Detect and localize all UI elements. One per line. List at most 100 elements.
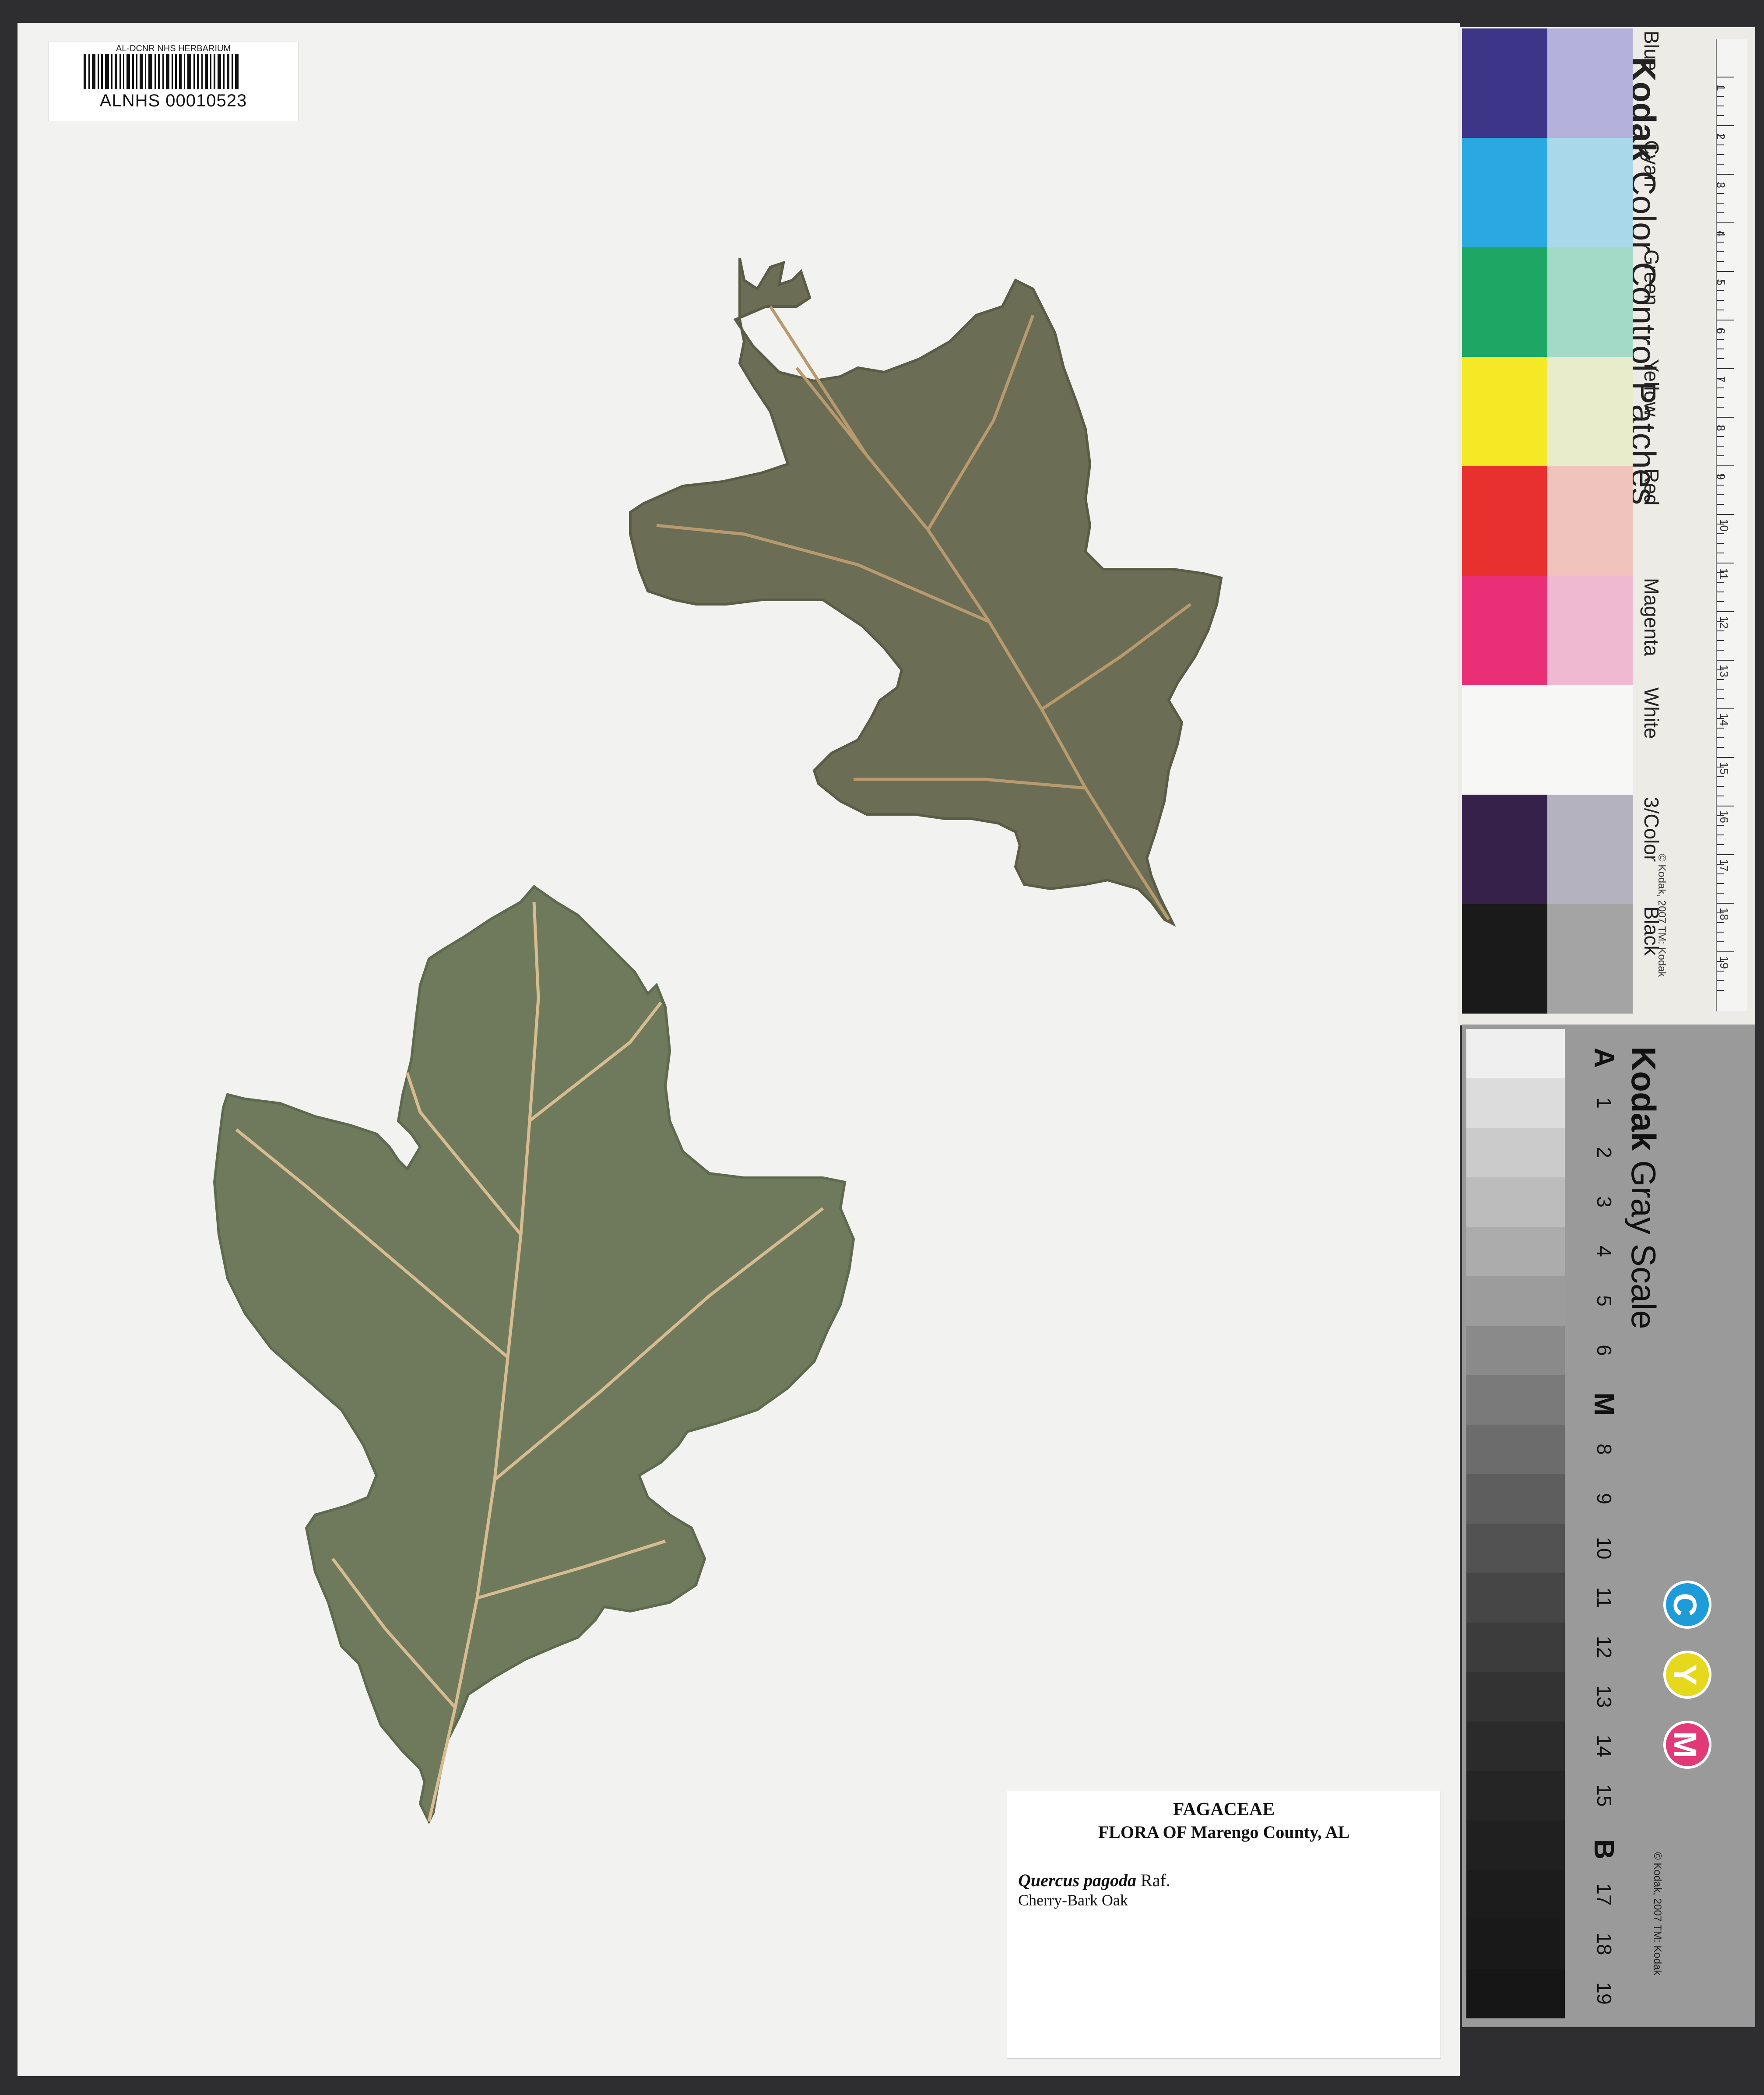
gray-step (1466, 1227, 1565, 1276)
ruler-label: 6 (1714, 327, 1728, 334)
ruler-minor-tick (1717, 281, 1724, 282)
color-patch-dark (1462, 795, 1547, 904)
gray-step-label: 10 (1593, 1536, 1616, 1560)
ruler-minor-tick (1717, 329, 1724, 330)
ruler-minor-tick (1717, 698, 1724, 699)
ruler-minor-tick (1717, 183, 1724, 184)
ruler-minor-tick (1717, 621, 1724, 622)
ruler-minor-tick (1717, 251, 1724, 252)
gray-step-label: 11 (1593, 1587, 1616, 1608)
ruler-minor-tick (1717, 893, 1724, 894)
family-name: FAGACEAE (1173, 1799, 1275, 1820)
gray-step (1466, 1672, 1565, 1722)
ruler-label: 16 (1717, 810, 1731, 823)
ruler-minor-tick (1717, 630, 1724, 631)
ruler-minor-tick (1717, 718, 1724, 719)
ruler-minor-tick (1717, 543, 1724, 544)
ruler-label: 19 (1717, 956, 1731, 969)
gray-step-label: B (1588, 1839, 1620, 1859)
ruler-minor-tick (1717, 582, 1724, 583)
ruler-minor-tick (1717, 232, 1724, 233)
gray-step-label: 5 (1593, 1295, 1616, 1306)
ruler-minor-tick (1717, 300, 1724, 301)
ruler-minor-tick (1717, 689, 1724, 690)
ruler-label: 8 (1714, 425, 1728, 431)
ruler-minor-tick (1717, 203, 1724, 204)
ruler-minor-tick (1717, 864, 1724, 865)
gray-step-label: 9 (1593, 1493, 1616, 1504)
scientific-name: Quercus pagoda (1018, 1870, 1137, 1890)
ruler-minor-tick (1717, 728, 1724, 729)
ruler-tick (1717, 125, 1734, 126)
ruler-minor-tick (1717, 669, 1724, 670)
ruler-minor-tick (1717, 504, 1724, 505)
ruler-minor-tick (1717, 883, 1724, 884)
gray-step-label: 13 (1593, 1685, 1616, 1708)
lower-leaf (213, 884, 855, 1824)
color-patch-dark (1462, 576, 1547, 685)
gray-step (1466, 1128, 1565, 1177)
gray-step (1466, 1820, 1565, 1870)
ruler-minor-tick (1717, 825, 1724, 826)
ruler-minor-tick (1717, 154, 1724, 155)
ruler-minor-tick (1717, 572, 1724, 573)
ruler-label: 7 (1714, 376, 1728, 383)
lower-leaf-blade (213, 884, 855, 1824)
color-patch-dark (1462, 685, 1547, 795)
ruler-minor-tick (1717, 135, 1724, 136)
ruler-minor-tick (1717, 96, 1724, 97)
ruler-label: 14 (1717, 713, 1731, 726)
ruler-minor-tick (1717, 650, 1724, 651)
ruler-tick (1717, 903, 1734, 904)
gray-step (1466, 1919, 1565, 1969)
ruler-minor-tick (1717, 834, 1724, 835)
gray-step-label: 1 (1593, 1097, 1616, 1109)
common-name: Cherry-Bark Oak (1018, 1891, 1128, 1909)
ruler-minor-tick (1717, 971, 1724, 972)
color-patch-light (1547, 138, 1633, 247)
ruler-minor-tick (1717, 767, 1724, 768)
ruler-minor-tick (1717, 601, 1724, 602)
ruler-minor-tick (1717, 86, 1724, 87)
ruler-label: 1 (1714, 85, 1728, 91)
ruler-minor-tick (1717, 679, 1724, 680)
gray-step-label: A (1588, 1047, 1620, 1068)
gray-step-label: 17 (1593, 1883, 1616, 1906)
ruler-minor-tick (1717, 786, 1724, 787)
color-patch-label: Cyan (1640, 140, 1663, 187)
authority: Raf. (1141, 1870, 1170, 1890)
ruler-label: 12 (1717, 616, 1731, 629)
ruler-tick (1717, 660, 1734, 661)
ruler-label: 2 (1714, 133, 1728, 140)
gray-card-title: Kodak Gray Scale (1624, 1046, 1663, 1440)
color-patch-dark (1462, 466, 1547, 576)
gray-step (1466, 1425, 1565, 1474)
ruler-minor-tick (1717, 378, 1724, 379)
gray-step (1466, 1375, 1565, 1425)
color-patch-label: Red (1640, 468, 1663, 506)
ruler-minor-tick (1717, 193, 1724, 194)
color-patch-label: 3/Color (1640, 797, 1663, 862)
ruler-minor-tick (1717, 475, 1724, 476)
ruler-minor-tick (1717, 212, 1724, 213)
ruler-minor-tick (1717, 815, 1724, 816)
ruler-tick (1717, 174, 1734, 175)
upper-leaf-blade (629, 258, 1223, 927)
ruler-minor-tick (1717, 533, 1724, 534)
gray-step-label: 12 (1593, 1635, 1616, 1658)
ruler-minor-tick (1717, 446, 1724, 447)
ruler-label: 5 (1714, 279, 1728, 285)
ruler-tick (1717, 854, 1734, 855)
gray-step-label: 3 (1593, 1196, 1616, 1208)
gray-step (1466, 1722, 1565, 1771)
gray-step-label: 15 (1593, 1784, 1616, 1807)
color-patch-light (1547, 685, 1633, 795)
color-patch-dark (1462, 247, 1547, 357)
gray-step-label: 19 (1593, 1982, 1616, 2005)
ruler-minor-tick (1717, 407, 1724, 408)
ruler-minor-tick (1717, 737, 1724, 738)
gray-step (1466, 1573, 1565, 1623)
ruler-minor-tick (1717, 912, 1724, 913)
gray-card-copyright: © Kodak, 2007 TM: Kodak (1652, 1852, 1663, 1975)
gray-step (1466, 1326, 1565, 1375)
